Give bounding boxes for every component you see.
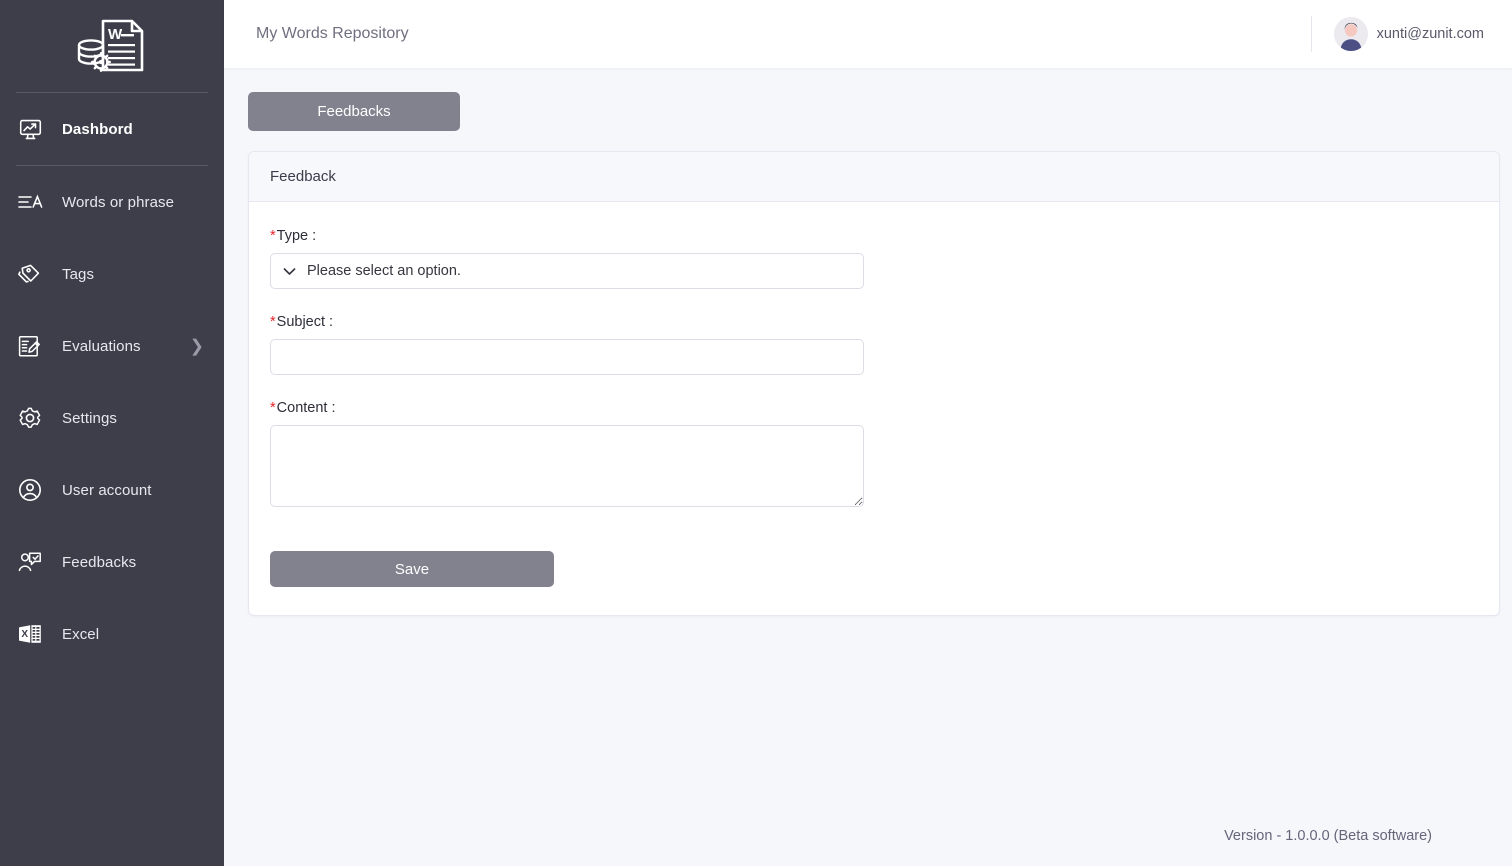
svg-text:X: X (21, 629, 28, 640)
tabbar: Feedbacks (248, 92, 1500, 131)
content-label-text: Content : (276, 400, 336, 416)
sidebar-item-dashbord[interactable]: Dashbord (0, 93, 224, 165)
card-body: *Type : Please select an option. *Subjec… (249, 202, 1499, 615)
user-email: xunti@zunit.com (1376, 26, 1484, 42)
sidebar-item-label: Tags (62, 265, 95, 283)
content-textarea[interactable] (270, 425, 864, 507)
chevron-right-icon[interactable]: ❯ (190, 338, 204, 355)
type-label-text: Type : (276, 228, 317, 244)
subject-input[interactable] (270, 339, 864, 375)
required-asterisk: * (270, 314, 276, 330)
sidebar-item-feedbacks[interactable]: Feedbacks (0, 526, 224, 598)
avatar[interactable] (1333, 17, 1368, 51)
sidebar-item-settings[interactable]: Settings (0, 382, 224, 454)
sidebar-item-label: Feedbacks (62, 553, 137, 571)
text-lines-a-icon (14, 186, 46, 218)
topbar-user-area[interactable]: xunti@zunit.com (1310, 14, 1496, 54)
feedback-card: Feedback *Type : Please select an option… (248, 151, 1500, 616)
subject-label: *Subject : (270, 314, 1478, 330)
content-label: *Content : (270, 400, 1478, 416)
user-avatar (1333, 17, 1368, 51)
type-select-value: Please select an option. (307, 263, 461, 279)
version-label: Version - 1.0.0.0 (Beta software) (1224, 828, 1432, 844)
app-root: W Dashbord Words or phrase Tags Evaluati… (0, 0, 1512, 866)
type-label: *Type : (270, 228, 1478, 244)
sidebar-nav: Dashbord Words or phrase Tags Evaluation… (0, 93, 224, 670)
required-asterisk: * (270, 400, 276, 416)
user-circle-icon (14, 474, 46, 506)
topbar-divider (1310, 16, 1312, 52)
gear-icon (14, 402, 46, 434)
save-button[interactable]: Save (270, 551, 554, 587)
tab-feedbacks[interactable]: Feedbacks (248, 92, 460, 131)
excel-icon: X (14, 618, 46, 650)
sidebar-item-words-or-phrase[interactable]: Words or phrase (0, 166, 224, 238)
main-area: My Words Repository xunti@zunit.com Feed… (224, 0, 1512, 866)
clipboard-exam-icon (14, 330, 46, 362)
word-document-database-logo: W (77, 19, 144, 72)
type-select[interactable]: Please select an option. (270, 253, 864, 289)
tags-icon (14, 258, 46, 290)
page-title: My Words Repository (256, 25, 409, 42)
user-speech-icon (14, 546, 46, 578)
sidebar-item-label: User account (62, 481, 152, 499)
content-area: Feedbacks Feedback *Type : Please select… (224, 68, 1512, 866)
sidebar-item-label: Evaluations (62, 337, 141, 355)
svg-text:W: W (108, 26, 123, 43)
chevron-down-icon (283, 267, 296, 276)
sidebar-item-label: Settings (62, 409, 117, 427)
sidebar-item-label: Excel (62, 625, 100, 643)
sidebar-item-label: Dashbord (62, 120, 133, 138)
subject-label-text: Subject : (276, 314, 334, 330)
topbar: My Words Repository xunti@zunit.com (224, 0, 1512, 68)
sidebar-item-evaluations[interactable]: Evaluations ❯ (0, 310, 224, 382)
required-asterisk: * (270, 228, 276, 244)
sidebar-item-excel[interactable]: X Excel (0, 598, 224, 670)
app-logo: W (0, 0, 224, 92)
sidebar-item-label: Words or phrase (62, 193, 175, 211)
sidebar-item-tags[interactable]: Tags (0, 238, 224, 310)
monitor-chart-icon (14, 113, 46, 145)
sidebar: W Dashbord Words or phrase Tags Evaluati… (0, 0, 224, 866)
card-title: Feedback (249, 152, 1499, 202)
sidebar-item-user-account[interactable]: User account (0, 454, 224, 526)
